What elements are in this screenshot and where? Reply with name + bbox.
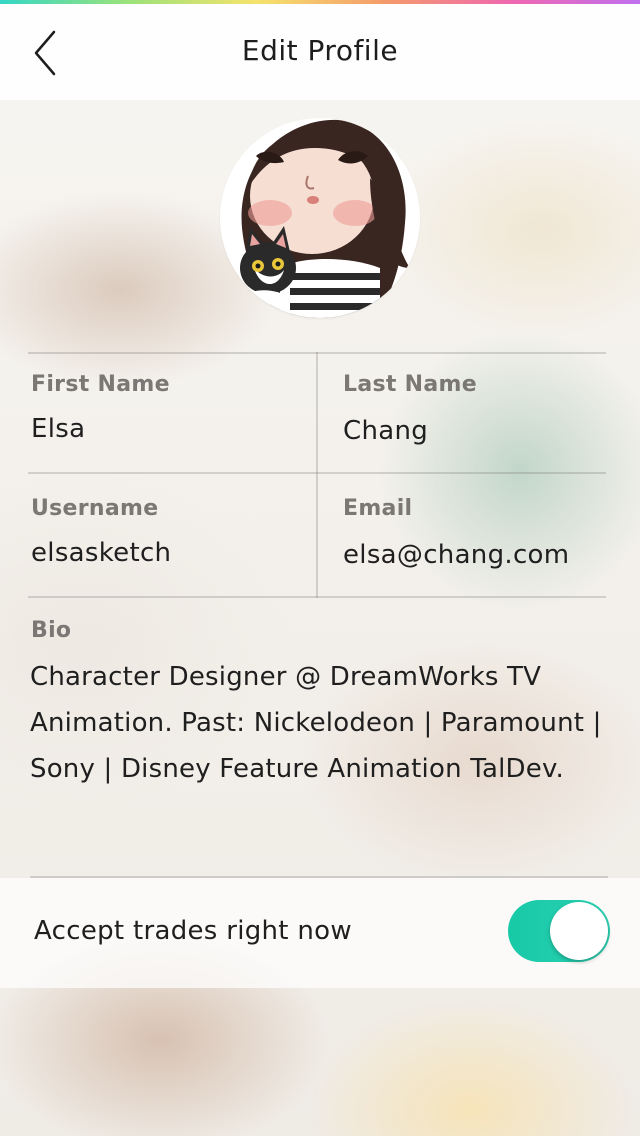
accept-trades-row: Accept trades right now bbox=[0, 878, 640, 988]
divider bbox=[28, 472, 606, 474]
last-name-label: Last Name bbox=[343, 372, 477, 397]
bio-label: Bio bbox=[31, 618, 72, 643]
accept-trades-label: Accept trades right now bbox=[34, 916, 352, 946]
email-field[interactable]: elsa@chang.com bbox=[343, 540, 605, 570]
divider bbox=[28, 596, 606, 598]
email-label: Email bbox=[343, 496, 413, 521]
profile-avatar[interactable] bbox=[220, 118, 420, 318]
first-name-label: First Name bbox=[31, 372, 170, 397]
toggle-knob bbox=[550, 902, 608, 960]
username-label: Username bbox=[31, 496, 159, 521]
page-title: Edit Profile bbox=[241, 34, 399, 67]
divider bbox=[316, 352, 318, 598]
avatar-illustration bbox=[240, 119, 410, 318]
navigation-bar: Edit Profile bbox=[0, 4, 640, 100]
first-name-field[interactable]: Elsa bbox=[31, 414, 301, 444]
bio-field[interactable]: Character Designer @ DreamWorks TV Anima… bbox=[30, 654, 612, 792]
accept-trades-toggle[interactable] bbox=[508, 900, 610, 962]
username-field[interactable]: elsasketch bbox=[31, 538, 301, 568]
last-name-field[interactable]: Chang bbox=[343, 416, 603, 446]
